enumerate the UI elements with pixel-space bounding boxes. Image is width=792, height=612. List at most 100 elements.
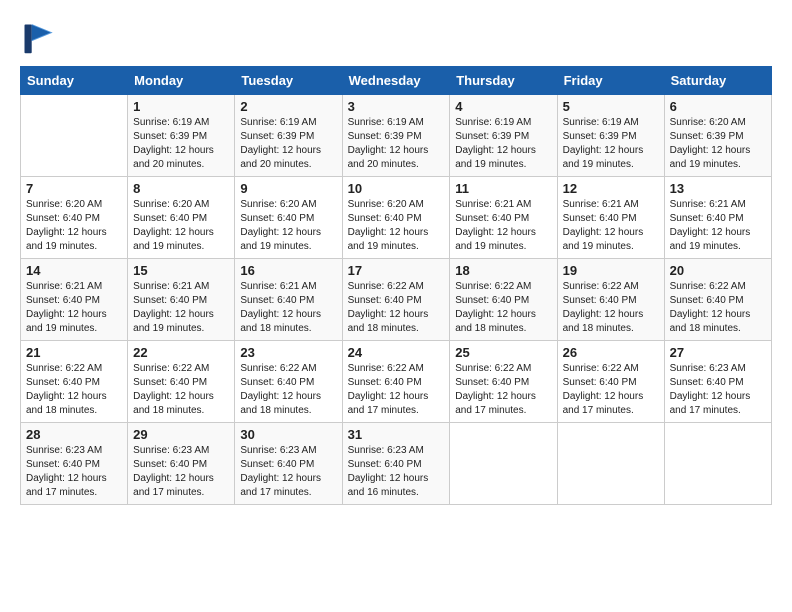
day-info: Sunrise: 6:19 AM Sunset: 6:39 PM Dayligh… <box>133 116 229 172</box>
logo <box>20 20 60 56</box>
day-number: 4 <box>455 99 551 114</box>
calendar-cell: 7 Sunrise: 6:20 AM Sunset: 6:40 PM Daylig… <box>21 177 128 259</box>
weekday-header-friday: Friday <box>557 67 664 95</box>
calendar-cell: 5 Sunrise: 6:19 AM Sunset: 6:39 PM Daylig… <box>557 95 664 177</box>
day-info: Sunrise: 6:23 AM Sunset: 6:40 PM Dayligh… <box>348 444 445 500</box>
day-number: 6 <box>670 99 766 114</box>
day-number: 2 <box>240 99 336 114</box>
calendar-cell: 27 Sunrise: 6:23 AM Sunset: 6:40 PM Dayli… <box>664 341 771 423</box>
calendar-cell: 28 Sunrise: 6:23 AM Sunset: 6:40 PM Dayli… <box>21 423 128 505</box>
day-number: 28 <box>26 427 122 442</box>
calendar-cell <box>664 423 771 505</box>
weekday-header-thursday: Thursday <box>450 67 557 95</box>
day-info: Sunrise: 6:21 AM Sunset: 6:40 PM Dayligh… <box>670 198 766 254</box>
calendar-week-5: 28 Sunrise: 6:23 AM Sunset: 6:40 PM Dayli… <box>21 423 772 505</box>
day-info: Sunrise: 6:19 AM Sunset: 6:39 PM Dayligh… <box>455 116 551 172</box>
day-number: 12 <box>563 181 659 196</box>
day-number: 18 <box>455 263 551 278</box>
day-number: 17 <box>348 263 445 278</box>
day-number: 14 <box>26 263 122 278</box>
day-number: 25 <box>455 345 551 360</box>
calendar-cell: 6 Sunrise: 6:20 AM Sunset: 6:39 PM Daylig… <box>664 95 771 177</box>
day-info: Sunrise: 6:23 AM Sunset: 6:40 PM Dayligh… <box>240 444 336 500</box>
calendar-cell: 25 Sunrise: 6:22 AM Sunset: 6:40 PM Dayli… <box>450 341 557 423</box>
calendar-cell: 12 Sunrise: 6:21 AM Sunset: 6:40 PM Dayli… <box>557 177 664 259</box>
calendar-cell: 23 Sunrise: 6:22 AM Sunset: 6:40 PM Dayli… <box>235 341 342 423</box>
day-number: 31 <box>348 427 445 442</box>
calendar-cell: 8Sunrise: 6:20 AM Sunset: 6:40 PM Daylig… <box>128 177 235 259</box>
day-number: 30 <box>240 427 336 442</box>
day-info: Sunrise: 6:22 AM Sunset: 6:40 PM Dayligh… <box>348 280 445 336</box>
weekday-header-wednesday: Wednesday <box>342 67 450 95</box>
day-info: Sunrise: 6:21 AM Sunset: 6:40 PM Dayligh… <box>563 198 659 254</box>
day-info: Sunrise: 6:19 AM Sunset: 6:39 PM Dayligh… <box>240 116 336 172</box>
day-number: 10 <box>348 181 445 196</box>
day-info: Sunrise: 6:20 AM Sunset: 6:40 PM Dayligh… <box>348 198 445 254</box>
calendar-cell: 30 Sunrise: 6:23 AM Sunset: 6:40 PM Dayli… <box>235 423 342 505</box>
day-number: 8 <box>133 181 229 196</box>
weekday-header-row: SundayMondayTuesdayWednesdayThursdayFrid… <box>21 67 772 95</box>
day-info: Sunrise: 6:22 AM Sunset: 6:40 PM Dayligh… <box>563 362 659 418</box>
day-info: Sunrise: 6:23 AM Sunset: 6:40 PM Dayligh… <box>670 362 766 418</box>
day-info: Sunrise: 6:21 AM Sunset: 6:40 PM Dayligh… <box>240 280 336 336</box>
header <box>20 20 772 56</box>
day-info: Sunrise: 6:23 AM Sunset: 6:40 PM Dayligh… <box>26 444 122 500</box>
day-number: 29 <box>133 427 229 442</box>
day-info: Sunrise: 6:22 AM Sunset: 6:40 PM Dayligh… <box>563 280 659 336</box>
calendar-cell: 4 Sunrise: 6:19 AM Sunset: 6:39 PM Daylig… <box>450 95 557 177</box>
day-info: Sunrise: 6:19 AM Sunset: 6:39 PM Dayligh… <box>563 116 659 172</box>
day-number: 19 <box>563 263 659 278</box>
day-number: 7 <box>26 181 122 196</box>
day-number: 5 <box>563 99 659 114</box>
calendar-cell: 31 Sunrise: 6:23 AM Sunset: 6:40 PM Dayli… <box>342 423 450 505</box>
day-info: Sunrise: 6:21 AM Sunset: 6:40 PM Dayligh… <box>455 198 551 254</box>
day-info: Sunrise: 6:22 AM Sunset: 6:40 PM Dayligh… <box>240 362 336 418</box>
day-info: Sunrise: 6:21 AM Sunset: 6:40 PM Dayligh… <box>26 280 122 336</box>
calendar-cell <box>21 95 128 177</box>
calendar-cell <box>557 423 664 505</box>
calendar-week-3: 14 Sunrise: 6:21 AM Sunset: 6:40 PM Dayli… <box>21 259 772 341</box>
calendar-cell: 14 Sunrise: 6:21 AM Sunset: 6:40 PM Dayli… <box>21 259 128 341</box>
day-number: 16 <box>240 263 336 278</box>
calendar-cell: 20Sunrise: 6:22 AM Sunset: 6:40 PM Dayli… <box>664 259 771 341</box>
weekday-header-monday: Monday <box>128 67 235 95</box>
day-number: 26 <box>563 345 659 360</box>
calendar-cell: 21 Sunrise: 6:22 AM Sunset: 6:40 PM Dayli… <box>21 341 128 423</box>
day-info: Sunrise: 6:23 AM Sunset: 6:40 PM Dayligh… <box>133 444 229 500</box>
day-number: 15 <box>133 263 229 278</box>
day-info: Sunrise: 6:22 AM Sunset: 6:40 PM Dayligh… <box>348 362 445 418</box>
day-info: Sunrise: 6:20 AM Sunset: 6:40 PM Dayligh… <box>26 198 122 254</box>
calendar-cell: 9 Sunrise: 6:20 AM Sunset: 6:40 PM Daylig… <box>235 177 342 259</box>
calendar-cell: 22 Sunrise: 6:22 AM Sunset: 6:40 PM Dayli… <box>128 341 235 423</box>
day-info: Sunrise: 6:22 AM Sunset: 6:40 PM Dayligh… <box>26 362 122 418</box>
calendar-cell: 11Sunrise: 6:21 AM Sunset: 6:40 PM Dayli… <box>450 177 557 259</box>
calendar-cell: 24Sunrise: 6:22 AM Sunset: 6:40 PM Dayli… <box>342 341 450 423</box>
calendar-week-4: 21 Sunrise: 6:22 AM Sunset: 6:40 PM Dayli… <box>21 341 772 423</box>
day-number: 3 <box>348 99 445 114</box>
day-number: 27 <box>670 345 766 360</box>
day-info: Sunrise: 6:20 AM Sunset: 6:40 PM Dayligh… <box>240 198 336 254</box>
calendar-cell: 13 Sunrise: 6:21 AM Sunset: 6:40 PM Dayli… <box>664 177 771 259</box>
weekday-header-saturday: Saturday <box>664 67 771 95</box>
calendar-cell: 10 Sunrise: 6:20 AM Sunset: 6:40 PM Dayli… <box>342 177 450 259</box>
logo-icon <box>20 20 56 56</box>
day-info: Sunrise: 6:19 AM Sunset: 6:39 PM Dayligh… <box>348 116 445 172</box>
calendar-week-2: 7 Sunrise: 6:20 AM Sunset: 6:40 PM Daylig… <box>21 177 772 259</box>
calendar-table: SundayMondayTuesdayWednesdayThursdayFrid… <box>20 66 772 505</box>
calendar-cell: 17 Sunrise: 6:22 AM Sunset: 6:40 PM Dayli… <box>342 259 450 341</box>
calendar-cell: 15 Sunrise: 6:21 AM Sunset: 6:40 PM Dayli… <box>128 259 235 341</box>
day-number: 1 <box>133 99 229 114</box>
day-info: Sunrise: 6:22 AM Sunset: 6:40 PM Dayligh… <box>133 362 229 418</box>
day-info: Sunrise: 6:22 AM Sunset: 6:40 PM Dayligh… <box>455 362 551 418</box>
day-number: 23 <box>240 345 336 360</box>
day-info: Sunrise: 6:20 AM Sunset: 6:39 PM Dayligh… <box>670 116 766 172</box>
weekday-header-tuesday: Tuesday <box>235 67 342 95</box>
day-number: 22 <box>133 345 229 360</box>
day-number: 9 <box>240 181 336 196</box>
day-info: Sunrise: 6:21 AM Sunset: 6:40 PM Dayligh… <box>133 280 229 336</box>
day-number: 21 <box>26 345 122 360</box>
calendar-cell <box>450 423 557 505</box>
calendar-cell: 3 Sunrise: 6:19 AM Sunset: 6:39 PM Daylig… <box>342 95 450 177</box>
day-number: 13 <box>670 181 766 196</box>
calendar-cell: 18Sunrise: 6:22 AM Sunset: 6:40 PM Dayli… <box>450 259 557 341</box>
